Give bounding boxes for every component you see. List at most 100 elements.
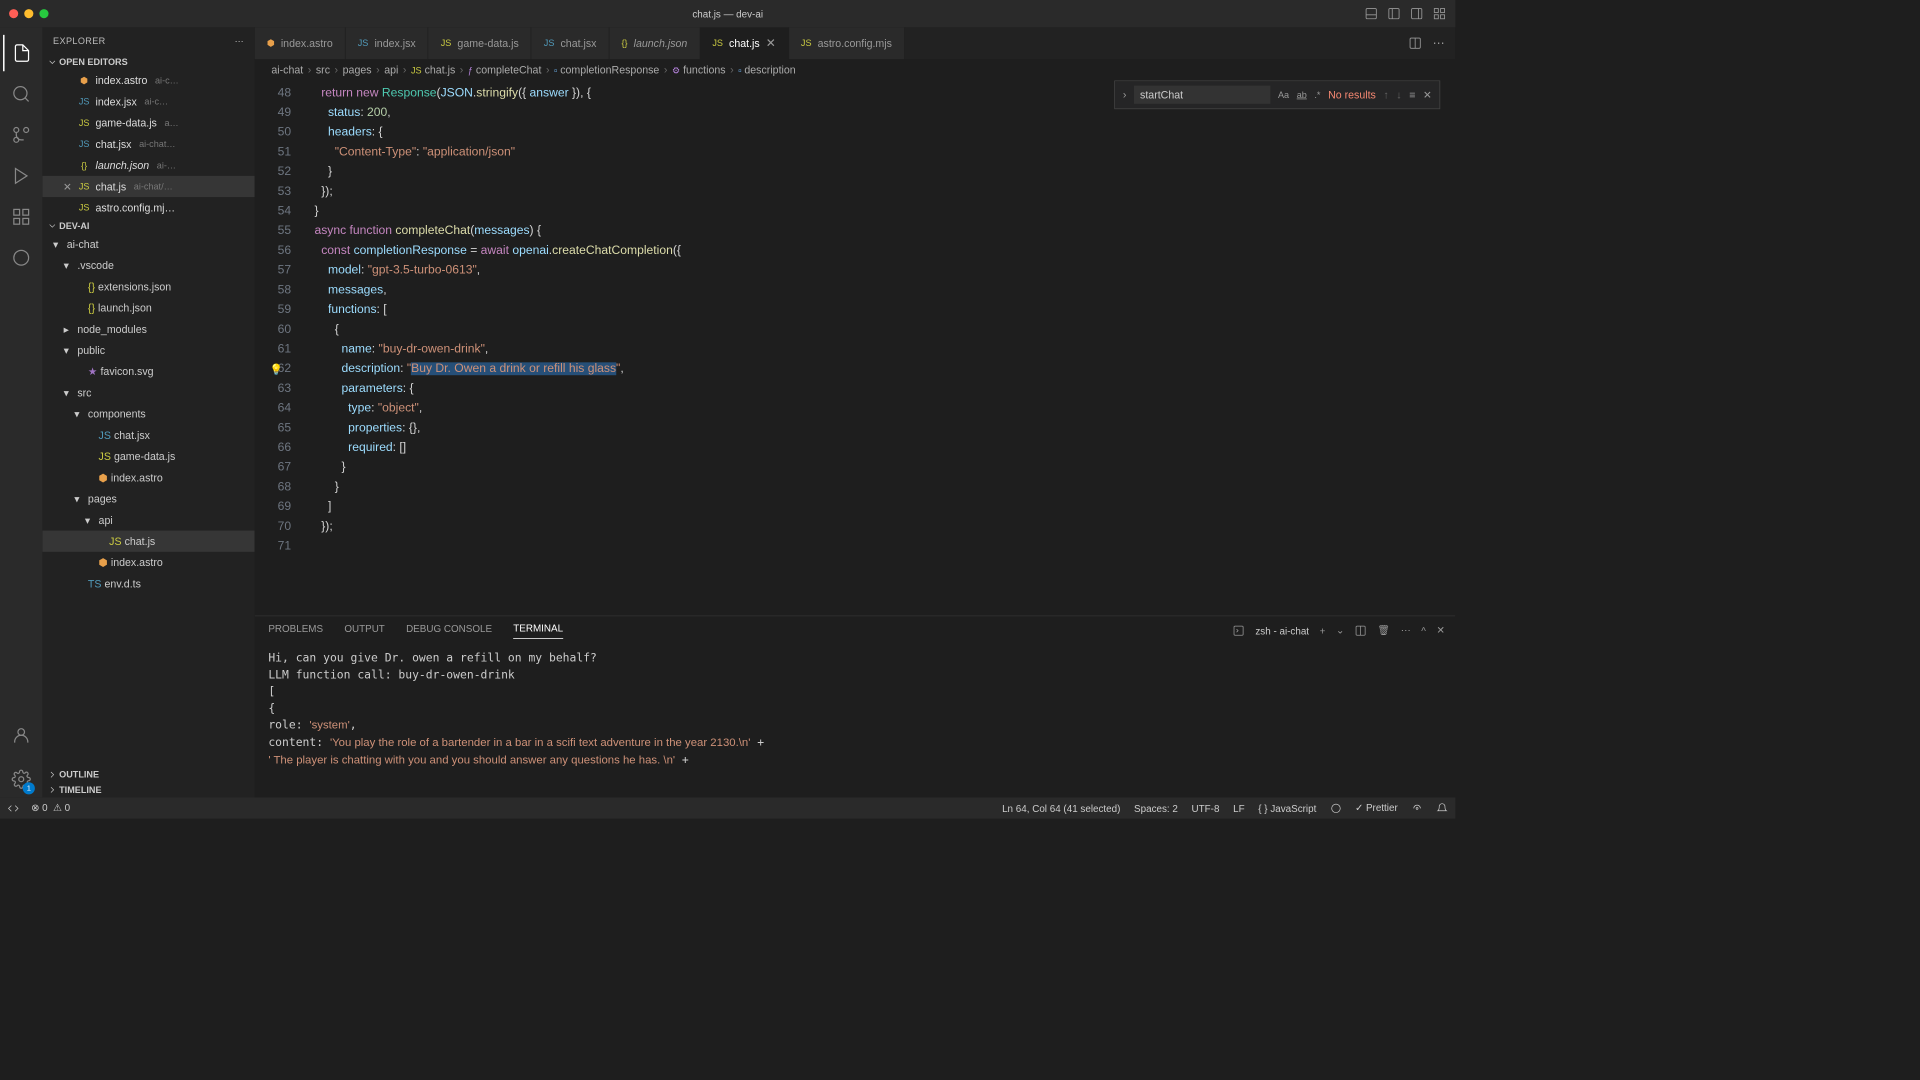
layout-sidebar-icon[interactable] xyxy=(1387,7,1401,21)
explorer-icon[interactable] xyxy=(3,35,39,71)
layout-panel-icon[interactable] xyxy=(1364,7,1378,21)
editor-tab[interactable]: JSgame-data.js xyxy=(429,27,532,59)
maximize-window[interactable] xyxy=(39,9,48,18)
file-item[interactable]: JSgame-data.js xyxy=(42,446,254,467)
tab-more-icon[interactable]: ⋯ xyxy=(1433,36,1445,51)
eol[interactable]: LF xyxy=(1233,802,1245,813)
find-filter-icon[interactable]: ≡ xyxy=(1409,89,1415,101)
editor-tab[interactable]: JSchat.js✕ xyxy=(700,27,789,59)
editor-tab[interactable]: ⬢index.astro xyxy=(255,27,346,59)
file-item[interactable]: {}launch.json xyxy=(42,297,254,318)
feedback-icon[interactable] xyxy=(1330,802,1341,813)
cursor-position[interactable]: Ln 64, Col 64 (41 selected) xyxy=(1002,802,1120,813)
folder-item[interactable]: ▸node_modules xyxy=(42,318,254,339)
editor: ⬢index.astroJSindex.jsxJSgame-data.jsJSc… xyxy=(255,27,1456,797)
editor-tab[interactable]: JSchat.jsx xyxy=(532,27,610,59)
breadcrumb-item[interactable]: ▫ completionResponse xyxy=(554,64,659,76)
breadcrumb-item[interactable]: ƒ completeChat xyxy=(468,64,542,76)
editor-tab[interactable]: {}launch.json xyxy=(609,27,700,59)
open-editor-item[interactable]: JSastro.config.mj… xyxy=(42,197,254,218)
account-icon[interactable] xyxy=(3,717,39,753)
open-editor-item[interactable]: JSgame-data.jsa… xyxy=(42,112,254,133)
outline-section[interactable]: OUTLINE xyxy=(42,767,254,782)
terminal-output[interactable]: Hi, can you give Dr. owen a refill on my… xyxy=(255,645,1456,797)
breadcrumb-item[interactable]: pages xyxy=(343,64,372,76)
kill-terminal-icon[interactable]: 🗑 xyxy=(1378,625,1391,637)
open-editor-item[interactable]: JSindex.jsxai-c… xyxy=(42,91,254,112)
close-panel-icon[interactable]: ✕ xyxy=(1436,625,1444,637)
errors-count[interactable]: ⊗ 0 ⚠ 0 xyxy=(31,802,70,814)
prev-match-icon[interactable]: ↑ xyxy=(1383,89,1388,101)
breadcrumb-item[interactable]: ⚙ functions xyxy=(672,64,726,76)
breadcrumb-item[interactable]: src xyxy=(316,64,330,76)
search-icon[interactable] xyxy=(3,76,39,112)
radio-icon[interactable] xyxy=(1411,802,1422,813)
open-editors-section[interactable]: OPEN EDITORS xyxy=(42,55,254,70)
settings-gear-icon[interactable]: 1 xyxy=(3,761,39,797)
prettier-status[interactable]: ✓ Prettier xyxy=(1355,802,1398,814)
chevron-down-icon xyxy=(47,57,58,68)
breadcrumbs[interactable]: ai-chat›src›pages›api›JS chat.js›ƒ compl… xyxy=(255,59,1456,80)
layout-right-icon[interactable] xyxy=(1410,7,1424,21)
next-match-icon[interactable]: ↓ xyxy=(1396,89,1401,101)
encoding[interactable]: UTF-8 xyxy=(1192,802,1220,813)
code-editor[interactable]: › Aa ab .* No results ↑ ↓ ≡ ✕ 4849505152… xyxy=(255,80,1456,615)
panel-tab[interactable]: OUTPUT xyxy=(344,623,385,639)
terminal-shell-label[interactable]: zsh - ai-chat xyxy=(1255,625,1309,636)
open-editor-item[interactable]: ⬢index.astroai-c… xyxy=(42,70,254,91)
folder-item[interactable]: ▾pages xyxy=(42,488,254,509)
breadcrumb-item[interactable]: ai-chat xyxy=(271,64,303,76)
maximize-panel-icon[interactable]: ^ xyxy=(1421,625,1426,636)
terminal-shell-icon[interactable] xyxy=(1233,625,1245,637)
more-terminal-icon[interactable]: ⋯ xyxy=(1401,625,1411,637)
folder-item[interactable]: ▾ai-chat xyxy=(42,233,254,254)
regex-icon[interactable]: .* xyxy=(1314,89,1320,100)
file-item[interactable]: JSchat.js xyxy=(42,531,254,552)
chevron-right-icon[interactable]: › xyxy=(1123,89,1127,101)
editor-tab[interactable]: JSastro.config.mjs xyxy=(789,27,905,59)
editor-tab[interactable]: JSindex.jsx xyxy=(346,27,429,59)
breadcrumb-item[interactable]: ▫ description xyxy=(738,64,796,76)
project-section[interactable]: DEV-AI xyxy=(42,218,254,233)
panel-tab[interactable]: DEBUG CONSOLE xyxy=(406,623,492,639)
file-item[interactable]: ⬢index.astro xyxy=(42,552,254,573)
file-item[interactable]: ★favicon.svg xyxy=(42,361,254,382)
file-item[interactable]: TSenv.d.ts xyxy=(42,573,254,594)
extensions-icon[interactable] xyxy=(3,199,39,235)
split-editor-icon[interactable] xyxy=(1408,36,1422,50)
close-find-icon[interactable]: ✕ xyxy=(1423,88,1432,101)
terminal-dropdown-icon[interactable]: ⌄ xyxy=(1336,625,1344,637)
panel-tab[interactable]: PROBLEMS xyxy=(268,623,323,639)
split-terminal-icon[interactable] xyxy=(1355,625,1367,637)
file-item[interactable]: JSchat.jsx xyxy=(42,424,254,445)
indentation[interactable]: Spaces: 2 xyxy=(1134,802,1178,813)
open-editor-item[interactable]: ✕JSchat.jsai-chat/… xyxy=(42,176,254,197)
breadcrumb-item[interactable]: JS chat.js xyxy=(411,64,455,76)
edge-icon[interactable] xyxy=(3,240,39,276)
layout-grid-icon[interactable] xyxy=(1433,7,1447,21)
timeline-section[interactable]: TIMELINE xyxy=(42,782,254,797)
folder-item[interactable]: ▾public xyxy=(42,340,254,361)
find-input[interactable] xyxy=(1134,86,1270,104)
folder-item[interactable]: ▾.vscode xyxy=(42,255,254,276)
remote-icon[interactable] xyxy=(8,802,19,813)
open-editor-item[interactable]: JSchat.jsxai-chat… xyxy=(42,133,254,154)
close-window[interactable] xyxy=(9,9,18,18)
folder-item[interactable]: ▾components xyxy=(42,403,254,424)
source-control-icon[interactable] xyxy=(3,117,39,153)
breadcrumb-item[interactable]: api xyxy=(384,64,398,76)
match-case-icon[interactable]: Aa xyxy=(1278,89,1289,100)
panel-tab[interactable]: TERMINAL xyxy=(513,622,563,639)
bell-icon[interactable] xyxy=(1436,802,1447,813)
new-terminal-icon[interactable]: + xyxy=(1320,625,1326,636)
file-item[interactable]: ⬢index.astro xyxy=(42,467,254,488)
language-mode[interactable]: { } JavaScript xyxy=(1258,802,1316,813)
debug-icon[interactable] xyxy=(3,158,39,194)
file-item[interactable]: {}extensions.json xyxy=(42,276,254,297)
minimize-window[interactable] xyxy=(24,9,33,18)
match-word-icon[interactable]: ab xyxy=(1297,89,1307,100)
sidebar-more-icon[interactable]: ⋯ xyxy=(235,36,244,47)
folder-item[interactable]: ▾api xyxy=(42,509,254,530)
open-editor-item[interactable]: {}launch.jsonai-… xyxy=(42,155,254,176)
folder-item[interactable]: ▾src xyxy=(42,382,254,403)
